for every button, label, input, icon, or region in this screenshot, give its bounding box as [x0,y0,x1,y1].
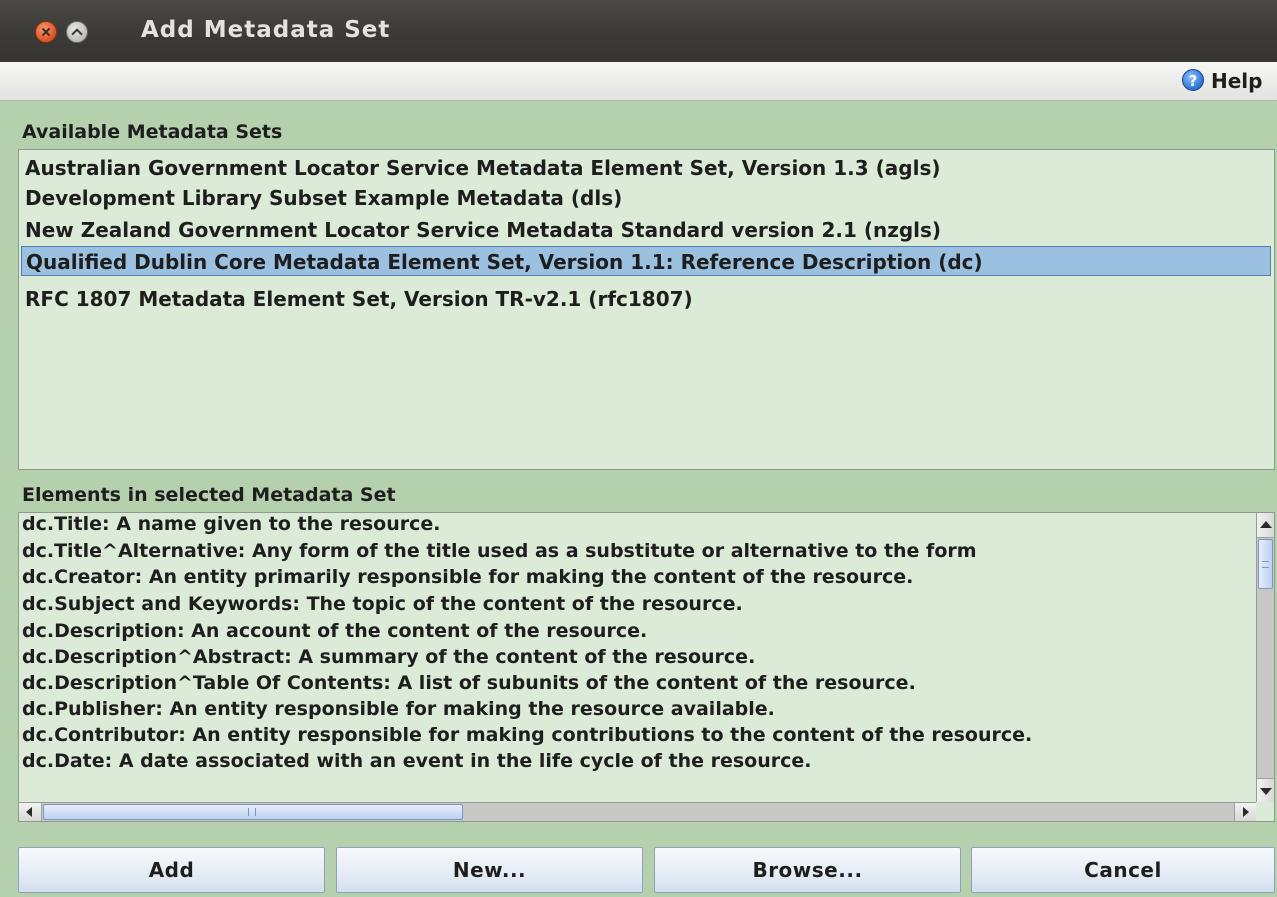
scroll-up-arrow-icon[interactable] [1257,513,1274,538]
scrollbar-corner [1256,802,1274,821]
element-item[interactable]: dc.Contributor: An entity responsible fo… [22,722,1032,749]
element-item[interactable]: dc.Title: A name given to the resource. [22,513,440,538]
help-icon: ? [1182,69,1204,91]
available-sets-list[interactable]: Australian Government Locator Service Me… [18,149,1275,470]
element-item[interactable]: dc.Title^Alternative: Any form of the ti… [22,538,977,565]
elements-label: Elements in selected Metadata Set [22,484,396,506]
scroll-right-arrow-icon[interactable] [1234,803,1257,821]
scroll-left-arrow-icon[interactable] [19,803,42,821]
vertical-scrollbar[interactable] [1256,513,1274,803]
help-label: Help [1211,69,1263,93]
new-button[interactable]: New... [336,847,643,893]
metadata-set-item[interactable]: Development Library Subset Example Metad… [21,183,1271,213]
metadata-set-item[interactable]: New Zealand Government Locator Service M… [21,215,1271,245]
element-item[interactable]: dc.Description: An account of the conten… [22,618,647,645]
help-toolbar: ? Help [0,62,1277,101]
vertical-scroll-thumb[interactable] [1258,539,1273,589]
element-item[interactable]: dc.Description^Abstract: A summary of th… [22,644,755,671]
browse-button[interactable]: Browse... [654,847,961,893]
window-title: Add Metadata Set [141,17,391,43]
elements-list[interactable]: dc.Title: A name given to the resource. … [18,512,1275,822]
close-window-button[interactable] [35,21,57,43]
horizontal-scrollbar[interactable] [19,802,1257,821]
element-item[interactable]: dc.Creator: An entity primarily responsi… [22,564,913,591]
metadata-set-item[interactable]: RFC 1807 Metadata Element Set, Version T… [21,284,1271,314]
element-item[interactable]: dc.Publisher: An entity responsible for … [22,696,775,723]
metadata-set-item-selected[interactable]: Qualified Dublin Core Metadata Element S… [21,246,1271,276]
elements-viewport: dc.Title: A name given to the resource. … [19,513,1257,803]
scroll-down-arrow-icon[interactable] [1257,778,1274,803]
element-item[interactable]: dc.Subject and Keywords: The topic of th… [22,591,743,618]
add-button[interactable]: Add [18,847,325,893]
element-item[interactable]: dc.Description^Table Of Contents: A list… [22,670,916,697]
element-item[interactable]: dc.Date: A date associated with an event… [22,748,812,775]
available-sets-label: Available Metadata Sets [22,121,283,143]
metadata-set-item[interactable]: Australian Government Locator Service Me… [21,153,1271,183]
title-bar: Add Metadata Set [0,0,1277,62]
horizontal-scroll-thumb[interactable] [43,804,463,820]
help-button[interactable]: ? Help [1182,68,1277,94]
maximize-window-button[interactable] [66,21,88,43]
cancel-button[interactable]: Cancel [971,847,1275,893]
